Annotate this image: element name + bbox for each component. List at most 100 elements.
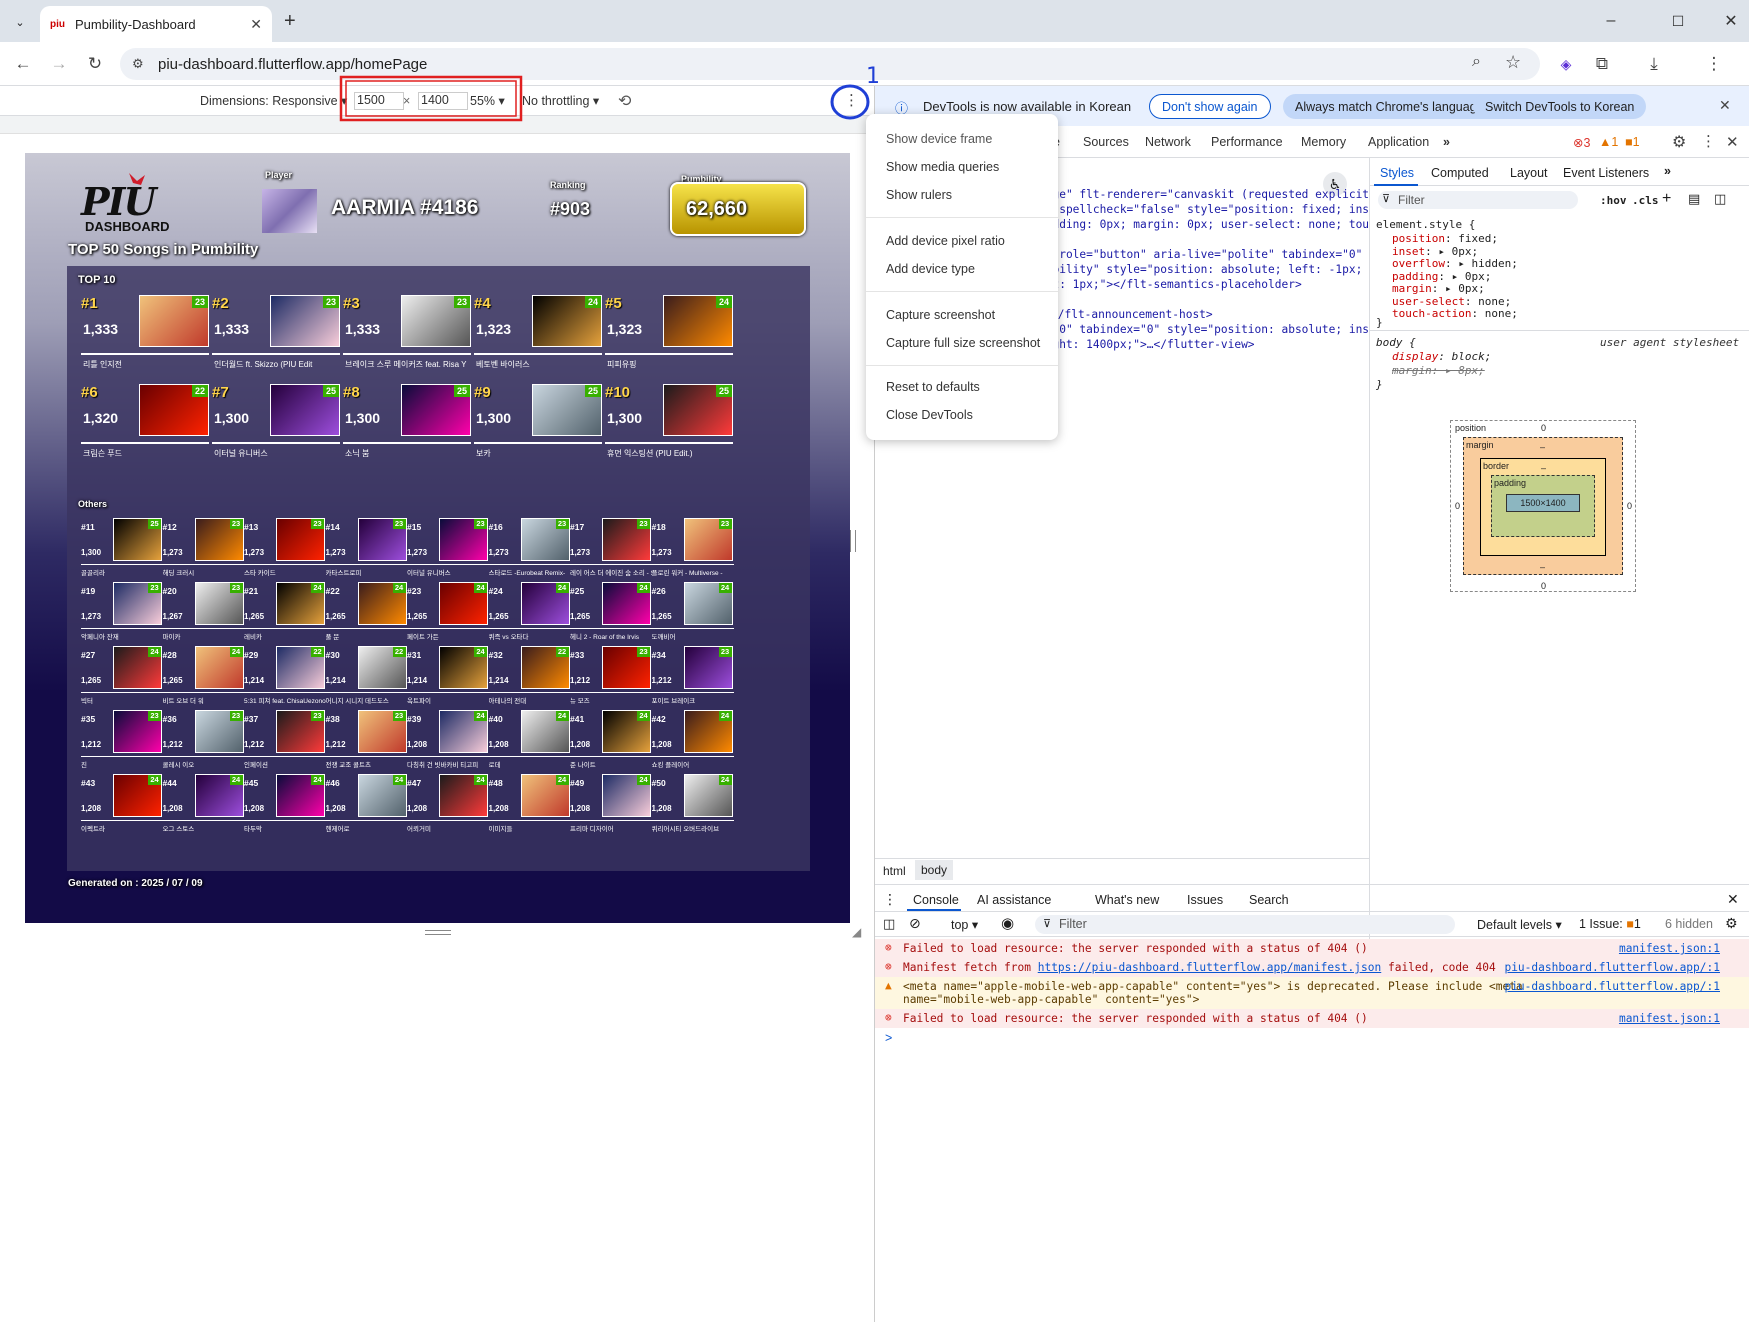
dom-line[interactable]: e" spellcheck="false" style="position: f… bbox=[1039, 203, 1369, 216]
console-message-link[interactable]: https://piu-dashboard.flutterflow.app/ma… bbox=[1038, 961, 1382, 974]
browser-tab[interactable]: piu Pumbility-Dashboard ✕ bbox=[40, 6, 272, 42]
other-song-card[interactable]: #39 1,208 24 다칭취 건 빗바카비 티고피 bbox=[407, 710, 489, 778]
console-message-source[interactable]: manifest.json:1 bbox=[1619, 1012, 1720, 1025]
menu-kebab-icon[interactable]: ⋮ bbox=[1702, 52, 1726, 76]
issue-count-badge[interactable]: ■1 bbox=[1625, 135, 1640, 149]
console-message-source[interactable]: manifest.json:1 bbox=[1619, 942, 1720, 955]
other-song-card[interactable]: #29 1,214 22 5:31 피쳐 feat. ChisaUezono bbox=[244, 646, 326, 714]
style-prop[interactable]: inset: ▸ 0px; bbox=[1392, 245, 1478, 258]
style-prop[interactable]: touch-action: none; bbox=[1392, 307, 1518, 320]
menu-reset-to-defaults[interactable]: Reset to defaults bbox=[886, 380, 980, 394]
menu-add-device-type[interactable]: Add device type bbox=[886, 262, 975, 276]
extensions-puzzle-icon[interactable]: ⧉ bbox=[1590, 52, 1614, 76]
resize-corner-icon[interactable]: ◢ bbox=[852, 925, 861, 939]
dom-line[interactable]: </flt-announcement-host> bbox=[1051, 308, 1369, 321]
menu-show-media-queries[interactable]: Show media queries bbox=[886, 160, 999, 174]
cls-button[interactable]: .cls bbox=[1632, 194, 1659, 207]
console-filter-input[interactable]: Filter bbox=[1035, 915, 1455, 934]
other-song-card[interactable]: #18 1,273 23 플로린 워커 - Multiverse - bbox=[651, 518, 734, 586]
top-song-card[interactable]: #9 1,300 25 보카 bbox=[474, 384, 602, 470]
eye-icon[interactable]: ◉ bbox=[1001, 914, 1014, 932]
drawer-menu-icon[interactable]: ⋮ bbox=[883, 891, 897, 908]
top-song-card[interactable]: #8 1,300 25 소닉 붐 bbox=[343, 384, 471, 470]
dom-line[interactable]: ght: 1px;"></flt-semantics-placeholder> bbox=[1039, 278, 1369, 291]
top-song-card[interactable]: #5 1,323 24 피피유핑 bbox=[605, 295, 733, 381]
tab-layout[interactable]: Layout bbox=[1510, 166, 1548, 180]
menu-add-device-pixel-ratio[interactable]: Add device pixel ratio bbox=[886, 234, 1005, 248]
other-song-card[interactable]: #24 1,265 24 퀴즉 vs 오타다 bbox=[488, 582, 571, 650]
top-song-card[interactable]: #10 1,300 25 휴먼 익스팅션 (PIU Edit.) bbox=[605, 384, 733, 470]
issues-tab[interactable]: Issues bbox=[1187, 893, 1223, 907]
top-song-card[interactable]: #4 1,323 24 베토벤 바이러스 bbox=[474, 295, 602, 381]
menu-capture-full-size-screenshot[interactable]: Capture full size screenshot bbox=[886, 336, 1040, 350]
other-song-card[interactable]: #45 1,208 24 타두막 bbox=[244, 774, 326, 842]
always-match-button[interactable]: Always match Chrome's language bbox=[1283, 94, 1496, 119]
other-song-card[interactable]: #16 1,273 23 스타로드 -Eurobeat Remix- bbox=[488, 518, 571, 586]
top-song-card[interactable]: #3 1,333 23 브레이크 스루 메이커즈 feat. Risa Y bbox=[343, 295, 471, 381]
maximize-icon[interactable]: ☐ bbox=[1663, 8, 1693, 34]
other-song-card[interactable]: #23 1,265 24 페이트 가든 bbox=[407, 582, 489, 650]
breadcrumb-body[interactable]: body bbox=[915, 860, 954, 880]
warning-count[interactable]: ▲1 bbox=[1599, 135, 1618, 149]
devtools-menu-icon[interactable]: ⋮ bbox=[1701, 132, 1716, 150]
tab-computed[interactable]: Computed bbox=[1431, 166, 1489, 180]
style-prop[interactable]: user-select: none; bbox=[1392, 295, 1511, 308]
other-song-card[interactable]: #30 1,214 22 어니지 시니지 데드도스 bbox=[325, 646, 408, 714]
top-song-card[interactable]: #1 1,333 23 리틀 인지전 bbox=[81, 295, 209, 381]
breadcrumb-html[interactable]: html bbox=[883, 864, 906, 878]
tab-event-listeners[interactable]: Event Listeners bbox=[1563, 166, 1649, 180]
tab-application[interactable]: Application bbox=[1368, 135, 1429, 149]
issues-counter[interactable]: 1 Issue: ■1 bbox=[1579, 917, 1641, 931]
top-song-card[interactable]: #2 1,333 23 인더월드 ft. Skizzo (PIU Edit bbox=[212, 295, 340, 381]
other-song-card[interactable]: #20 1,267 23 마이카 bbox=[162, 582, 245, 650]
other-song-card[interactable]: #27 1,265 24 빅터 bbox=[81, 646, 163, 714]
zoom-icon[interactable]: ⌕ bbox=[1472, 53, 1481, 71]
other-song-card[interactable]: #43 1,208 24 이펙트라 bbox=[81, 774, 163, 842]
tab-performance[interactable]: Performance bbox=[1211, 135, 1283, 149]
dom-line[interactable]: sibility" style="position: absolute; lef… bbox=[1039, 263, 1369, 276]
add-rule-icon[interactable]: + bbox=[1662, 190, 1671, 208]
top-song-card[interactable]: #7 1,300 25 이터널 유니버스 bbox=[212, 384, 340, 470]
style-prop[interactable]: position: fixed; bbox=[1392, 232, 1498, 245]
dom-line[interactable]: padding: 0px; margin: 0px; user-select: … bbox=[1039, 218, 1369, 231]
hov-button[interactable]: :hov bbox=[1600, 194, 1627, 207]
menu-capture-screenshot[interactable]: Capture screenshot bbox=[886, 308, 995, 322]
dom-line[interactable]: d="0" tabindex="0" style="position: abso… bbox=[1039, 323, 1369, 336]
other-song-card[interactable]: #21 1,265 24 레비카 bbox=[244, 582, 326, 650]
default-levels-select[interactable]: Default levels ▾ bbox=[1477, 917, 1562, 932]
settings-gear-icon[interactable]: ⚙ bbox=[1672, 132, 1686, 152]
resize-handle-bottom[interactable] bbox=[425, 930, 451, 935]
other-song-card[interactable]: #46 1,208 24 헨제어로 bbox=[325, 774, 408, 842]
dom-line[interactable]: page" flt-renderer="canvaskit (requested… bbox=[1039, 188, 1369, 201]
other-song-card[interactable]: #33 1,212 23 뉴 모즈 bbox=[570, 646, 652, 714]
tab-styles[interactable]: Styles bbox=[1380, 166, 1414, 180]
more-tabs-icon[interactable]: » bbox=[1443, 135, 1450, 149]
other-song-card[interactable]: #36 1,212 23 콜레시 이오 bbox=[162, 710, 245, 778]
other-song-card[interactable]: #12 1,273 23 해딩 크러시 bbox=[162, 518, 245, 586]
close-tab-icon[interactable]: ✕ bbox=[250, 16, 262, 33]
other-song-card[interactable]: #47 1,208 24 어뢰거미 bbox=[407, 774, 489, 842]
resize-handle-right[interactable] bbox=[850, 530, 856, 552]
paint-icon[interactable]: ▤ bbox=[1688, 191, 1700, 207]
other-song-card[interactable]: #40 1,208 24 로데 bbox=[488, 710, 571, 778]
other-song-card[interactable]: #31 1,214 24 옥트파이 bbox=[407, 646, 489, 714]
other-song-card[interactable]: #19 1,273 23 악페니아 잔재 bbox=[81, 582, 163, 650]
other-song-card[interactable]: #17 1,273 23 레이 어스 더 에이진 숨 소리 - SHOR bbox=[570, 518, 652, 586]
other-song-card[interactable]: #28 1,265 24 비트 오브 더 워 bbox=[162, 646, 245, 714]
other-song-card[interactable]: #38 1,212 23 전쟁 교조 콜트츠 bbox=[325, 710, 408, 778]
tab-sources[interactable]: Sources bbox=[1083, 135, 1129, 149]
other-song-card[interactable]: #15 1,273 23 이터널 유니버스 bbox=[407, 518, 489, 586]
clear-console-icon[interactable]: ⊘ bbox=[909, 915, 921, 932]
style-prop[interactable]: margin: ▸ 0px; bbox=[1392, 282, 1485, 295]
ai-assistance-tab[interactable]: AI assistance bbox=[977, 893, 1051, 907]
drawer-close-icon[interactable]: ✕ bbox=[1727, 891, 1739, 908]
sidebar-toggle-icon[interactable]: ◫ bbox=[1714, 191, 1726, 207]
dom-line[interactable]: eight: 1400px;">…</flutter-view> bbox=[1039, 338, 1369, 351]
minimize-icon[interactable]: – bbox=[1596, 8, 1626, 34]
extension-icon[interactable]: ◈ bbox=[1554, 52, 1578, 76]
other-song-card[interactable]: #22 1,265 24 풀 문 bbox=[325, 582, 408, 650]
style-prop[interactable]: padding: ▸ 0px; bbox=[1392, 270, 1491, 283]
close-window-icon[interactable]: ✕ bbox=[1716, 8, 1746, 34]
other-song-card[interactable]: #26 1,265 24 도깨비어 bbox=[651, 582, 734, 650]
download-icon[interactable]: ⤓ bbox=[1642, 52, 1666, 76]
